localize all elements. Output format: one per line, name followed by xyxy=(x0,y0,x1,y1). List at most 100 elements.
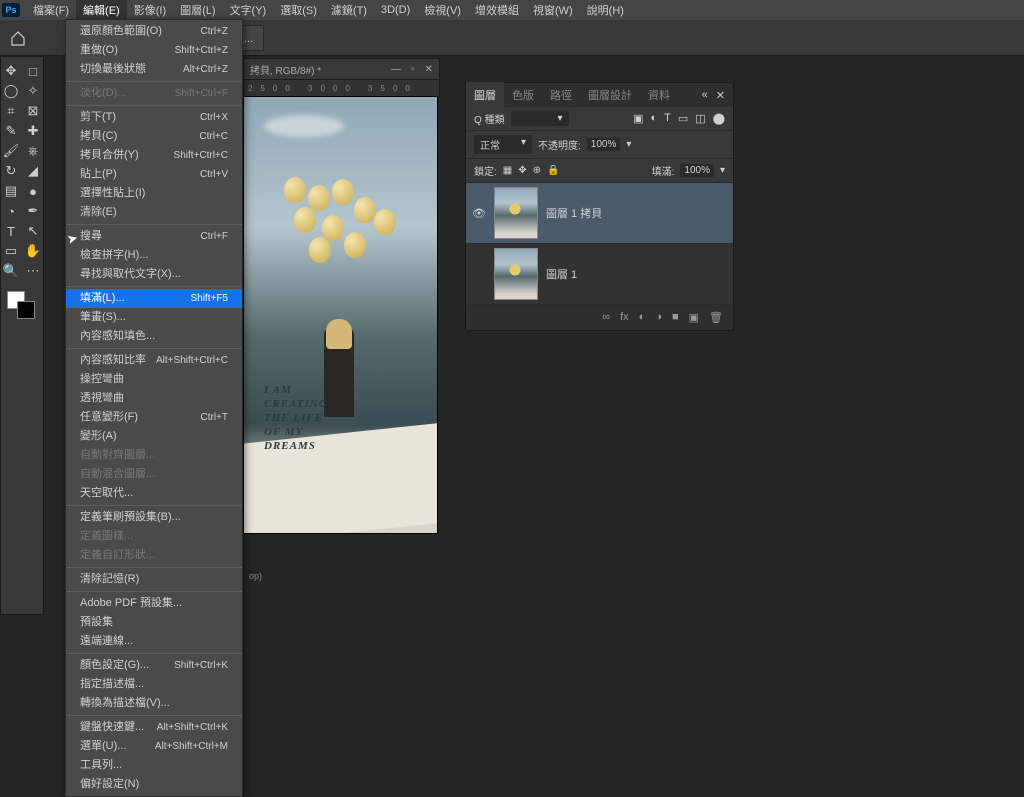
blend-mode-dropdown[interactable]: 正常▾ xyxy=(474,135,532,154)
edit-menu-item[interactable]: 重做(O)Shift+Ctrl+Z xyxy=(66,41,242,60)
lock-image-icon[interactable]: ▦ xyxy=(503,165,512,176)
menu-edit[interactable]: 編輯(E) xyxy=(76,0,127,21)
edit-menu-item[interactable]: 偏好設定(N) xyxy=(66,775,242,794)
edit-menu-item[interactable]: 定義筆刷預設集(B)... xyxy=(66,508,242,527)
hand-tool-icon[interactable]: ✋ xyxy=(22,241,44,261)
history-brush-icon[interactable]: ↻ xyxy=(0,161,22,181)
layer-name[interactable]: 圖層 1 拷貝 xyxy=(546,205,602,221)
eyedropper-icon[interactable]: ✎ xyxy=(0,121,22,141)
maximize-icon[interactable]: ▫ xyxy=(411,64,415,75)
edit-menu-item[interactable]: 內容感知比率Alt+Shift+Ctrl+C xyxy=(66,351,242,370)
tab-channels[interactable]: 色版 xyxy=(504,82,542,108)
home-icon[interactable] xyxy=(8,28,28,48)
delete-layer-icon[interactable]: 🗑 xyxy=(709,311,723,324)
layer-filter-dropdown[interactable]: ▾ xyxy=(511,111,569,126)
edit-menu-item[interactable]: 搜尋Ctrl+F xyxy=(66,227,242,246)
shape-tool-icon[interactable]: ▭ xyxy=(0,241,22,261)
edit-menu-item[interactable]: 填滿(L)...Shift+F5 xyxy=(66,289,242,308)
edit-menu-item[interactable]: 還原顏色範圍(O)Ctrl+Z xyxy=(66,22,242,41)
edit-menu-item[interactable]: 貼上(P)Ctrl+V xyxy=(66,165,242,184)
menu-type[interactable]: 文字(Y) xyxy=(223,0,274,21)
edit-menu-item[interactable]: 天空取代... xyxy=(66,484,242,503)
edit-menu-item[interactable]: 透視彎曲 xyxy=(66,389,242,408)
edit-menu-item[interactable]: 檢查拼字(H)... xyxy=(66,246,242,265)
marquee-tool-icon[interactable]: □ xyxy=(22,61,44,81)
layer-thumbnail[interactable] xyxy=(494,248,538,300)
menu-help[interactable]: 說明(H) xyxy=(580,0,631,21)
layer-row[interactable]: 👁 圖層 1 拷貝 xyxy=(466,183,733,244)
edit-menu-item[interactable]: 切換最後狀態Alt+Ctrl+Z xyxy=(66,60,242,79)
adjustment-layer-icon[interactable]: ◑ xyxy=(655,311,662,324)
tab-layercomp[interactable]: 圖層設計 xyxy=(580,82,640,108)
edit-menu-item[interactable]: 鍵盤快速鍵...Alt+Shift+Ctrl+K xyxy=(66,718,242,737)
filter-adjust-icon[interactable]: ◐ xyxy=(650,112,657,125)
edit-menu-item[interactable]: 內容感知填色... xyxy=(66,327,242,346)
filter-type-icon[interactable]: T xyxy=(664,112,671,125)
brush-tool-icon[interactable]: 🖌 xyxy=(0,141,22,161)
type-tool-icon[interactable]: T xyxy=(0,221,22,241)
background-color[interactable] xyxy=(17,301,35,319)
edit-menu-item[interactable]: 清除記憶(R) xyxy=(66,570,242,589)
menu-filter[interactable]: 濾鏡(T) xyxy=(324,0,374,21)
blur-tool-icon[interactable]: ● xyxy=(22,181,44,201)
layer-fx-icon[interactable]: fx xyxy=(620,311,629,324)
edit-menu-item[interactable]: 筆畫(S)... xyxy=(66,308,242,327)
filter-smart-icon[interactable]: ◫ xyxy=(695,112,705,125)
menu-view[interactable]: 檢視(V) xyxy=(417,0,468,21)
edit-menu-item[interactable]: 清除(E) xyxy=(66,203,242,222)
tab-layers[interactable]: 圖層 xyxy=(466,82,504,108)
tab-paths[interactable]: 路徑 xyxy=(542,82,580,108)
panel-close-icon[interactable]: ✕ xyxy=(716,89,725,102)
crop-tool-icon[interactable]: ⌗ xyxy=(0,101,22,121)
frame-tool-icon[interactable]: ⊠ xyxy=(22,101,44,121)
edit-menu-item[interactable]: 剪下(T)Ctrl+X xyxy=(66,108,242,127)
filter-image-icon[interactable]: ▣ xyxy=(633,112,643,125)
edit-menu-item[interactable]: 拷貝(C)Ctrl+C xyxy=(66,127,242,146)
stamp-tool-icon[interactable]: ⎈ xyxy=(22,141,44,161)
lock-position-icon[interactable]: ✥ xyxy=(518,165,526,176)
more-tool-icon[interactable]: ⋯ xyxy=(22,261,44,281)
edit-menu-item[interactable]: 轉換為描述檔(V)... xyxy=(66,694,242,713)
edit-menu-item[interactable]: 預設集 xyxy=(66,613,242,632)
fill-value[interactable]: 100% xyxy=(680,164,714,177)
magic-wand-icon[interactable]: ✧ xyxy=(22,81,44,101)
layer-thumbnail[interactable] xyxy=(494,187,538,239)
edit-menu-item[interactable]: 遠端連線... xyxy=(66,632,242,651)
menu-plugins[interactable]: 增效模組 xyxy=(468,0,526,21)
document-titlebar[interactable]: 拷貝, RGB/8#) * — ▫ ✕ xyxy=(243,58,440,80)
lock-all-icon[interactable]: 🔒 xyxy=(547,165,559,176)
edit-menu-item[interactable]: Adobe PDF 預設集... xyxy=(66,594,242,613)
edit-menu-item[interactable]: 選擇性貼上(I) xyxy=(66,184,242,203)
menu-image[interactable]: 影像(I) xyxy=(127,0,173,21)
group-layers-icon[interactable]: ■ xyxy=(672,311,679,324)
edit-menu-item[interactable]: 選單(U)...Alt+Shift+Ctrl+M xyxy=(66,737,242,756)
edit-menu-item[interactable]: 工具列... xyxy=(66,756,242,775)
pen-tool-icon[interactable]: ✒ xyxy=(22,201,44,221)
menu-file[interactable]: 檔案(F) xyxy=(26,0,76,21)
eraser-tool-icon[interactable]: ◢ xyxy=(22,161,44,181)
healing-tool-icon[interactable]: ✚ xyxy=(22,121,44,141)
path-tool-icon[interactable]: ↖ xyxy=(22,221,44,241)
lasso-tool-icon[interactable]: ◯ xyxy=(0,81,22,101)
canvas[interactable]: I AM CREATING THE LIFE OF MY DREAMS xyxy=(243,96,438,534)
link-layers-icon[interactable]: ∞ xyxy=(602,311,610,324)
document-tab[interactable]: op) xyxy=(243,568,268,584)
panel-collapse-icon[interactable]: « xyxy=(702,89,708,102)
filter-toggle-icon[interactable]: ⬤ xyxy=(713,112,725,125)
edit-menu-item[interactable]: 變形(A) xyxy=(66,427,242,446)
layer-row[interactable]: 圖層 1 xyxy=(466,244,733,305)
color-swatches[interactable] xyxy=(1,291,43,321)
lock-artboard-icon[interactable]: ⊕ xyxy=(533,165,541,176)
gradient-tool-icon[interactable]: ▤ xyxy=(0,181,22,201)
tab-libraries[interactable]: 資料 xyxy=(640,82,678,108)
edit-menu-item[interactable]: 尋找與取代文字(X)... xyxy=(66,265,242,284)
move-tool-icon[interactable]: ✥ xyxy=(0,61,22,81)
edit-menu-item[interactable]: 拷貝合併(Y)Shift+Ctrl+C xyxy=(66,146,242,165)
menu-3d[interactable]: 3D(D) xyxy=(374,1,417,19)
edit-menu-item[interactable]: 操控彎曲 xyxy=(66,370,242,389)
opacity-value[interactable]: 100% xyxy=(587,138,621,151)
visibility-toggle-icon[interactable]: 👁 xyxy=(472,207,486,220)
edit-menu-item[interactable]: 顏色設定(G)...Shift+Ctrl+K xyxy=(66,656,242,675)
close-icon[interactable]: ✕ xyxy=(425,64,433,75)
layer-mask-icon[interactable]: ◐ xyxy=(639,311,646,324)
